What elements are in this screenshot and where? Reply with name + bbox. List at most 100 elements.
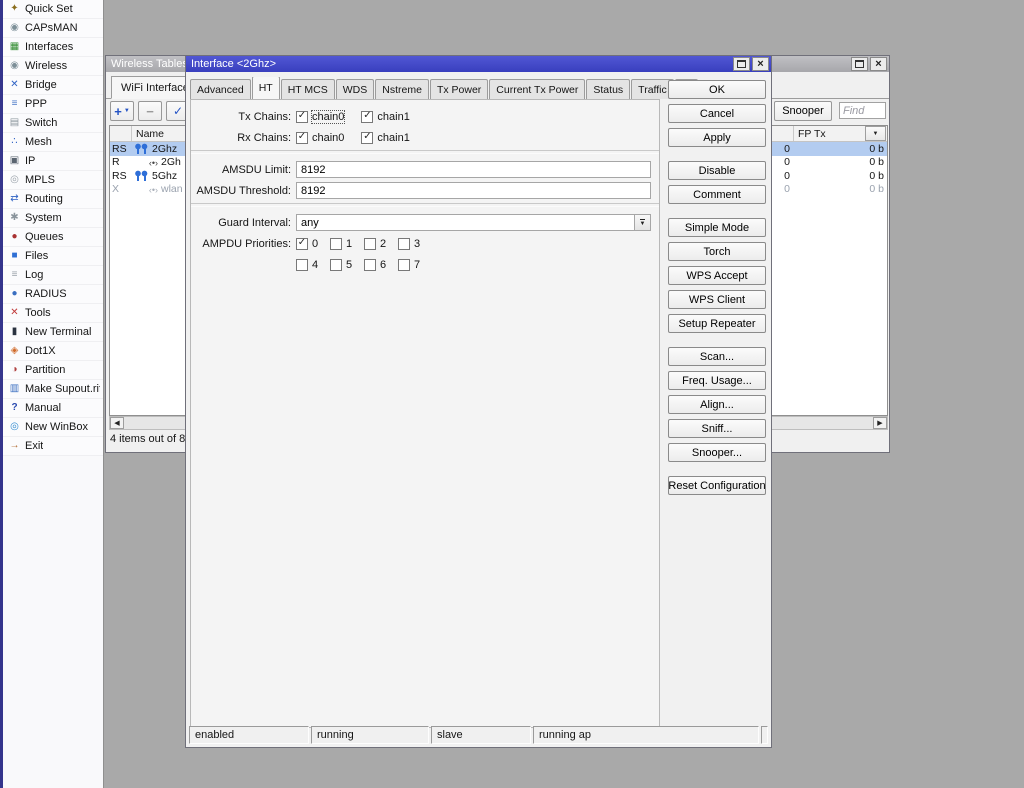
checkbox-icon[interactable] [296,132,308,144]
find-input[interactable] [839,102,886,119]
sniff-button[interactable]: Sniff... [668,419,766,438]
tab-status[interactable]: Status [586,79,630,99]
scan-button[interactable]: Scan... [668,347,766,366]
ampdu-priority-3-checkbox[interactable]: 3 [398,238,420,250]
sidebar-item-bridge[interactable]: ✕ Bridge [3,76,103,95]
dialog-titlebar[interactable]: Interface <2Ghz> [186,56,771,72]
checkbox-icon[interactable] [330,238,342,250]
tab-advanced[interactable]: Advanced [190,79,251,99]
interface-type-icon [134,143,149,154]
tab-nstreme[interactable]: Nstreme [375,79,429,99]
sidebar-item-log[interactable]: ≡ Log [3,266,103,285]
sidebar-item-label: CAPsMAN [25,22,78,34]
sidebar-item-new-winbox[interactable]: ◎ New WinBox [3,418,103,437]
snooper-button[interactable]: Snooper... [668,443,766,462]
freq-usage-button[interactable]: Freq. Usage... [668,371,766,390]
maximize-icon[interactable] [733,57,750,71]
sidebar-item-make-supout-rif[interactable]: ▥ Make Supout.rif [3,380,103,399]
ampdu-priority-1-checkbox[interactable]: 1 [330,238,352,250]
tab-current-tx-power[interactable]: Current Tx Power [489,79,585,99]
sidebar-item-mpls[interactable]: ◎ MPLS [3,171,103,190]
sidebar-item-mesh[interactable]: ∴ Mesh [3,133,103,152]
close-icon[interactable] [752,57,769,71]
wps-client-button[interactable]: WPS Client [668,290,766,309]
sidebar-item-exit[interactable]: → Exit [3,437,103,456]
checkbox-icon[interactable] [364,259,376,271]
sidebar-item-dot1x[interactable]: ◈ Dot1X [3,342,103,361]
make-supout-rif: ▥ [7,384,22,394]
checkbox-icon[interactable] [361,111,373,123]
sidebar-item-interfaces[interactable]: ▦ Interfaces [3,38,103,57]
sidebar-item-switch[interactable]: ▤ Switch [3,114,103,133]
rx-chain-chain0-checkbox[interactable]: chain0 [296,132,344,144]
simple-mode-button[interactable]: Simple Mode [668,218,766,237]
checkbox-icon[interactable] [296,259,308,271]
separator [191,203,659,207]
tab-ht[interactable]: HT [252,77,280,99]
sidebar-item-new-terminal[interactable]: ▮ New Terminal [3,323,103,342]
align-button[interactable]: Align... [668,395,766,414]
wps-accept-button[interactable]: WPS Accept [668,266,766,285]
sidebar-item-ppp[interactable]: ≡ PPP [3,95,103,114]
disable-button[interactable]: Disable [668,161,766,180]
snooper-button[interactable]: Snooper [774,101,832,121]
remove-button[interactable]: − [138,101,162,121]
column-header-fp-tx[interactable]: FP Tx [794,126,887,141]
scroll-left-icon[interactable] [110,417,124,429]
ampdu-priority-4-checkbox[interactable]: 4 [296,259,318,271]
checkbox-icon[interactable] [398,238,410,250]
sidebar-item-system[interactable]: ✱ System [3,209,103,228]
setup-repeater-button[interactable]: Setup Repeater [668,314,766,333]
column-filter-icon[interactable] [865,126,886,141]
sidebar-item-wireless[interactable]: ◉ Wireless [3,57,103,76]
sidebar-item-queues[interactable]: ● Queues [3,228,103,247]
tx-chain-chain1-checkbox[interactable]: chain1 [361,111,409,123]
checkbox-icon[interactable] [361,132,373,144]
tx-chain-chain0-checkbox[interactable]: chain0 [296,111,344,123]
ampdu-priority-0-checkbox[interactable]: 0 [296,238,318,250]
tab-ht-mcs[interactable]: HT MCS [281,79,335,99]
guard-interval-input[interactable] [296,214,634,231]
amsdu-limit-input[interactable] [296,161,651,178]
sidebar-item-label: Manual [25,402,61,414]
sidebar-item-partition[interactable]: ◑ Partition [3,361,103,380]
reset-configuration-button[interactable]: Reset Configuration [668,476,766,495]
system: ✱ [7,213,22,223]
dropdown-icon[interactable] [634,214,651,231]
close-icon[interactable] [870,57,887,71]
add-button[interactable]: + [110,101,134,121]
column-header-flags[interactable] [110,126,132,141]
row-flags: X [110,183,132,195]
sidebar-item-manual[interactable]: ? Manual [3,399,103,418]
sidebar-item-quick-set[interactable]: ✦ Quick Set [3,0,103,19]
checkbox-icon[interactable] [398,259,410,271]
ampdu-priority-5-checkbox[interactable]: 5 [330,259,352,271]
sidebar-item-tools[interactable]: ✕ Tools [3,304,103,323]
sidebar-item-files[interactable]: ■ Files [3,247,103,266]
sidebar-item-ip[interactable]: ▣ IP [3,152,103,171]
rx-chain-chain1-checkbox[interactable]: chain1 [361,132,409,144]
torch-button[interactable]: Torch [668,242,766,261]
tab-wds[interactable]: WDS [336,79,375,99]
maximize-icon[interactable] [851,57,868,71]
ampdu-priority-7-checkbox[interactable]: 7 [398,259,420,271]
sidebar-item-capsman[interactable]: ◉ CAPsMAN [3,19,103,38]
column-header-fp-tx-label: FP Tx [798,128,826,140]
cancel-button[interactable]: Cancel [668,104,766,123]
comment-button[interactable]: Comment [668,185,766,204]
sidebar-item-radius[interactable]: ● RADIUS [3,285,103,304]
sidebar-item-routing[interactable]: ⇄ Routing [3,190,103,209]
ok-button[interactable]: OK [668,80,766,99]
apply-button[interactable]: Apply [668,128,766,147]
checkbox-icon[interactable] [330,259,342,271]
amsdu-threshold-input[interactable] [296,182,651,199]
interface-name: 2Ghz [152,143,177,155]
sidebar-item-label: Mesh [25,136,52,148]
tab-tx-power[interactable]: Tx Power [430,79,488,99]
ampdu-priority-6-checkbox[interactable]: 6 [364,259,386,271]
ampdu-priority-2-checkbox[interactable]: 2 [364,238,386,250]
checkbox-icon[interactable] [296,111,308,123]
checkbox-icon[interactable] [296,238,308,250]
scroll-right-icon[interactable] [873,417,887,429]
checkbox-icon[interactable] [364,238,376,250]
